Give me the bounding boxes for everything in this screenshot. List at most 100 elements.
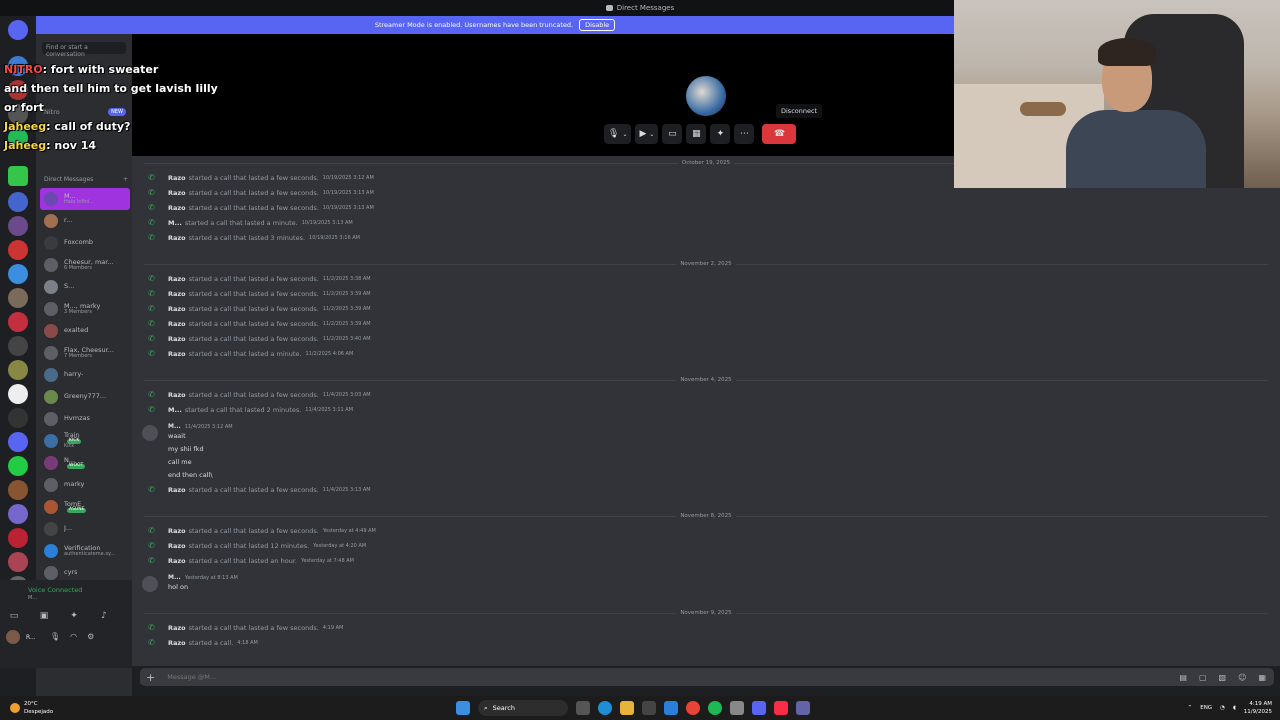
avatar[interactable] — [142, 425, 158, 441]
find-conversation-input[interactable]: Find or start a conversation — [42, 42, 126, 58]
dm-item[interactable]: S... — [40, 276, 130, 298]
call-author[interactable]: Razo — [168, 204, 186, 212]
screen-share-button[interactable]: ▭ — [662, 124, 683, 144]
dm-item[interactable]: marky — [40, 474, 130, 496]
call-author[interactable]: Razo — [168, 305, 186, 313]
dm-item[interactable]: Verification authenticateme.sy... — [40, 540, 130, 562]
language-indicator[interactable]: ENG — [1200, 705, 1212, 711]
camera-button[interactable]: ▶ ⌄ — [635, 124, 659, 144]
gift-icon[interactable]: ▤ — [1179, 673, 1187, 682]
call-author[interactable]: Razo — [168, 557, 186, 565]
dm-item[interactable]: M..., marky 3 Members — [40, 298, 130, 320]
call-author[interactable]: Razo — [168, 486, 186, 494]
store-icon[interactable] — [642, 701, 656, 715]
server-icon[interactable] — [8, 264, 28, 284]
attach-plus-icon[interactable]: + — [146, 671, 155, 684]
dm-item[interactable]: r... — [40, 210, 130, 232]
dm-item[interactable]: M... Halo Infini... — [40, 188, 130, 210]
camera-icon[interactable]: ▭ — [8, 610, 20, 622]
dm-item[interactable]: Hvmzas — [40, 408, 130, 430]
server-icon[interactable] — [8, 408, 28, 428]
call-author[interactable]: M... — [168, 406, 182, 414]
chevron-up-icon[interactable]: ⌃ — [1188, 705, 1193, 711]
weather-widget[interactable]: 20°C Despejado — [10, 700, 53, 716]
call-author[interactable]: Razo — [168, 335, 186, 343]
teams-icon[interactable] — [796, 701, 810, 715]
home-button[interactable] — [8, 20, 28, 40]
taskbar-search[interactable]: ⌕ Search — [478, 700, 568, 716]
dm-item[interactable]: Cheesur, mar... 6 Members — [40, 254, 130, 276]
dm-item[interactable]: Train KICK Kick — [40, 430, 130, 452]
edge-icon[interactable] — [598, 701, 612, 715]
server-icon[interactable] — [8, 288, 28, 308]
dm-item[interactable]: Flax, Cheesur... 7 Members — [40, 342, 130, 364]
server-icon[interactable] — [8, 480, 28, 500]
dm-item[interactable]: Greeny777... — [40, 386, 130, 408]
screen-share-icon[interactable]: ▣ — [38, 610, 50, 622]
windows-start-icon[interactable] — [456, 701, 470, 715]
call-participant-avatar[interactable] — [686, 76, 726, 116]
dm-item[interactable]: exalted — [40, 320, 130, 342]
chrome-icon[interactable] — [686, 701, 700, 715]
mail-icon[interactable] — [664, 701, 678, 715]
message-author[interactable]: M... — [168, 574, 181, 581]
disable-streamer-mode-button[interactable]: Disable — [579, 19, 616, 31]
volume-icon[interactable]: ◖ — [1233, 705, 1236, 711]
avatar[interactable] — [6, 630, 20, 644]
call-author[interactable]: Razo — [168, 174, 186, 182]
microphone-icon[interactable]: 🎙 — [50, 632, 60, 641]
message-input[interactable] — [167, 673, 868, 681]
wifi-icon[interactable]: ◔ — [1220, 705, 1225, 711]
dm-item[interactable]: J... — [40, 518, 130, 540]
server-icon[interactable] — [8, 216, 28, 236]
call-author[interactable]: M... — [168, 219, 182, 227]
activities-button[interactable]: ▦ — [686, 124, 707, 144]
user-panel[interactable]: R... — [6, 630, 36, 644]
music-icon[interactable] — [774, 701, 788, 715]
call-author[interactable]: Razo — [168, 350, 186, 358]
call-author[interactable]: Razo — [168, 391, 186, 399]
call-author[interactable]: Razo — [168, 542, 186, 550]
server-icon[interactable] — [8, 240, 28, 260]
apps-icon[interactable]: ▦ — [1258, 673, 1266, 682]
discord-icon[interactable] — [752, 701, 766, 715]
server-icon[interactable] — [8, 504, 28, 524]
add-dm-button[interactable]: + — [123, 176, 128, 183]
task-view-icon[interactable] — [576, 701, 590, 715]
call-author[interactable]: Razo — [168, 189, 186, 197]
emoji-icon[interactable]: ☺ — [1238, 673, 1246, 682]
server-icon[interactable] — [8, 384, 28, 404]
spotify-icon[interactable] — [708, 701, 722, 715]
gear-icon[interactable]: ⚙ — [87, 632, 94, 641]
call-author[interactable]: Razo — [168, 624, 186, 632]
headphones-icon[interactable]: ◠ — [70, 632, 77, 641]
more-button[interactable]: ⋯ — [734, 124, 755, 144]
mute-button[interactable]: 🎙 ⌄ — [604, 124, 632, 144]
server-icon[interactable] — [8, 360, 28, 380]
server-icon[interactable] — [8, 312, 28, 332]
call-author[interactable]: Razo — [168, 234, 186, 242]
server-icon[interactable] — [8, 552, 28, 572]
call-author[interactable]: Razo — [168, 275, 186, 283]
disconnect-button[interactable]: ☎ — [762, 124, 797, 144]
call-author[interactable]: Razo — [168, 639, 186, 647]
message-author[interactable]: M... — [168, 423, 181, 430]
call-author[interactable]: Razo — [168, 320, 186, 328]
clock[interactable]: 4:19 AM 11/9/2025 — [1244, 700, 1272, 716]
file-explorer-icon[interactable] — [620, 701, 634, 715]
server-icon[interactable] — [8, 432, 28, 452]
dm-item[interactable]: TomE ASUNE — [40, 496, 130, 518]
gif-icon[interactable]: ▢ — [1199, 673, 1207, 682]
call-author[interactable]: Razo — [168, 527, 186, 535]
server-icon[interactable] — [8, 336, 28, 356]
avatar[interactable] — [142, 576, 158, 592]
obs-icon[interactable] — [730, 701, 744, 715]
server-icon[interactable] — [8, 528, 28, 548]
server-icon[interactable] — [8, 456, 28, 476]
dm-item[interactable]: harry- — [40, 364, 130, 386]
sticker-icon[interactable]: ▧ — [1219, 673, 1227, 682]
call-author[interactable]: Razo — [168, 290, 186, 298]
voice-status[interactable]: Voice Connected — [28, 586, 82, 594]
soundboard-button[interactable]: ✦ — [710, 124, 731, 144]
dm-item[interactable]: Foxcomb — [40, 232, 130, 254]
